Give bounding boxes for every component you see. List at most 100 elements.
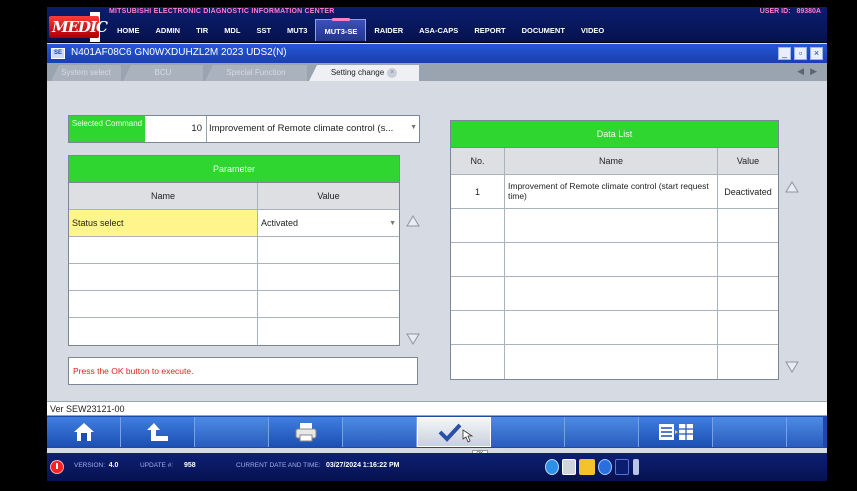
data-list-header-row: No. Name Value (451, 148, 778, 175)
help-icon[interactable] (545, 459, 559, 475)
menu-admin[interactable]: ADMIN (148, 19, 189, 41)
col-name-header: Name (69, 183, 258, 209)
version-field: VERSION: 4.0 (74, 462, 118, 469)
user-label: USER ID: (759, 8, 791, 15)
toolbar-empty-button (343, 417, 417, 447)
menu-raider[interactable]: RAIDER (366, 19, 411, 41)
status-bar: VERSION: 4.0 UPDATE #: 958 CURRENT DATE … (47, 453, 827, 481)
close-button[interactable]: × (810, 47, 823, 60)
selected-command-dropdown[interactable]: Improvement of Remote climate control (s… (209, 116, 405, 142)
update-field: UPDATE #: 958 (140, 462, 196, 469)
data-list-title: Data List (451, 121, 778, 148)
parameter-name: Status select (69, 210, 258, 236)
toolbar-empty-button (491, 417, 565, 447)
tab-bcu[interactable]: BCU (123, 65, 203, 81)
menu-video[interactable]: VIDEO (573, 19, 612, 41)
data-list-button[interactable] (639, 417, 713, 447)
bottom-toolbar (47, 416, 827, 448)
ok-check-icon (438, 423, 474, 443)
minimize-button[interactable]: _ (778, 47, 791, 60)
menu-home[interactable]: HOME (109, 19, 148, 41)
instruction-message: Press the OK button to execute. (68, 357, 418, 385)
print-button[interactable] (269, 417, 343, 447)
home-button[interactable] (47, 417, 121, 447)
update-label: UPDATE #: (140, 462, 174, 469)
folder-icon[interactable] (579, 459, 595, 475)
menu-tir[interactable]: TIR (188, 19, 216, 41)
tab-prev-icon[interactable]: ◀ (797, 66, 810, 76)
col-value-header: Value (718, 148, 778, 174)
restore-button[interactable]: ▫ (794, 47, 807, 60)
medic-logo: MEDIC (49, 12, 108, 42)
tab-close-icon[interactable]: × (387, 67, 398, 78)
screen: MEDIC MITSUBISHI ELECTRONIC DIAGNOSTIC I… (0, 0, 857, 491)
ok-button[interactable] (417, 417, 491, 447)
scroll-down-icon[interactable] (405, 331, 421, 347)
menu-document[interactable]: DOCUMENT (514, 19, 573, 41)
home-icon (73, 423, 94, 441)
tab-label: Setting change (330, 68, 385, 77)
main-menu: HOME ADMIN TIR MDL SST MUT3 MUT3-SE RAID… (109, 18, 612, 41)
device-icon[interactable] (562, 459, 576, 475)
back-button[interactable] (121, 417, 195, 447)
scroll-up-icon[interactable] (784, 179, 800, 195)
tab-setting-change[interactable]: Setting change × (309, 65, 419, 81)
chevron-down-icon[interactable]: ▼ (389, 210, 396, 236)
parameter-scrollbar[interactable] (402, 209, 424, 351)
mut3-se-icon: SE (51, 48, 65, 59)
table-row[interactable]: 1 Improvement of Remote climate control … (451, 175, 778, 209)
parameter-table: Parameter Name Value Status select Activ… (68, 155, 400, 346)
col-name-header: Name (505, 148, 718, 174)
data-list-scrollbar[interactable] (781, 175, 803, 379)
tab-label: System select (61, 68, 111, 77)
table-row (451, 209, 778, 243)
user-info: USER ID: 89380A (760, 8, 821, 15)
data-value: Deactivated (724, 187, 772, 197)
scroll-up-icon[interactable] (405, 213, 421, 229)
table-row (451, 277, 778, 311)
tab-system-select[interactable]: System select (51, 65, 121, 81)
menu-report[interactable]: REPORT (466, 19, 513, 41)
tab-special-function[interactable]: Special Function (205, 65, 307, 81)
scroll-down-icon[interactable] (784, 359, 800, 375)
tab-label: BCU (154, 68, 172, 77)
window-title: N401AF08C6 GN0WXDUHZL2M 2023 UDS2(N) (71, 47, 287, 58)
menu-sst[interactable]: SST (248, 19, 279, 41)
toolbar-empty-button (713, 417, 787, 447)
datetime-label: CURRENT DATE AND TIME: (236, 462, 321, 469)
data-no: 1 (451, 175, 505, 208)
col-no-header: No. (451, 148, 505, 174)
window-title-bar: SE N401AF08C6 GN0WXDUHZL2M 2023 UDS2(N) … (47, 44, 827, 63)
update-value: 958 (183, 462, 196, 469)
selected-command-label: Selected Command (69, 116, 145, 142)
menu-asa-caps[interactable]: ASA-CAPS (411, 19, 466, 41)
data-list-table: Data List No. Name Value 1 Improvement o… (450, 120, 779, 380)
volume-icon[interactable] (598, 459, 612, 475)
menu-mut3-se[interactable]: MUT3-SE (315, 18, 367, 41)
chevron-down-icon[interactable]: ▼ (410, 124, 417, 131)
table-row (69, 264, 399, 291)
version-label: VERSION: (74, 462, 106, 469)
print-icon (295, 423, 316, 442)
table-row[interactable]: Status select Activated ▼ (69, 210, 399, 237)
table-row (69, 291, 399, 318)
tab-row: System select BCU Special Function Setti… (47, 63, 827, 81)
col-value-header: Value (258, 183, 399, 209)
wifi-icon[interactable] (615, 459, 629, 475)
table-row (451, 243, 778, 277)
app-window: MEDIC MITSUBISHI ELECTRONIC DIAGNOSTIC I… (47, 7, 827, 481)
menu-mdl[interactable]: MDL (216, 19, 248, 41)
parameter-value-select[interactable]: Activated ▼ (258, 210, 399, 236)
back-icon (146, 423, 168, 441)
version-bar: Ver SEW23121-00 (47, 401, 827, 416)
parameter-title: Parameter (69, 156, 399, 183)
table-row (69, 318, 399, 345)
data-list-icon (658, 424, 693, 440)
toolbar-empty-button (787, 417, 823, 447)
version-value: 4.0 (108, 462, 119, 469)
power-icon[interactable] (50, 460, 64, 474)
menu-mut3[interactable]: MUT3 (279, 19, 315, 41)
datetime-field: CURRENT DATE AND TIME: 03/27/2024 1:16:2… (236, 462, 400, 469)
tab-next-icon[interactable]: ▶ (810, 66, 823, 76)
center-title: MITSUBISHI ELECTRONIC DIAGNOSTIC INFORMA… (109, 8, 335, 15)
